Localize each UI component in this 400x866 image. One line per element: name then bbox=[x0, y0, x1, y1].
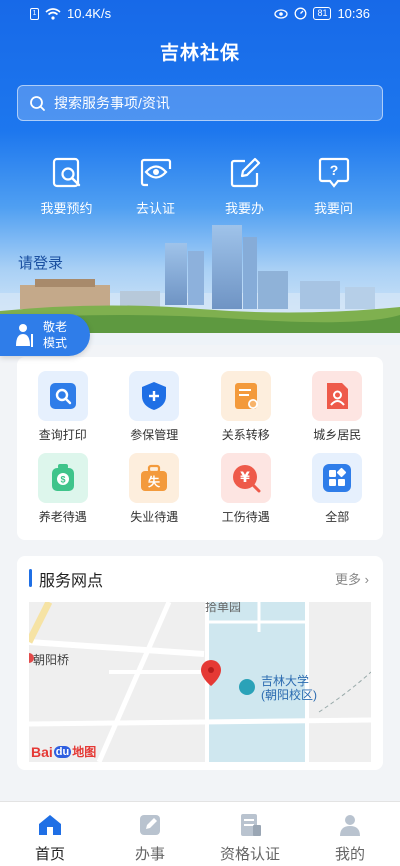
svg-text:¥: ¥ bbox=[240, 470, 250, 486]
svg-text:?: ? bbox=[329, 162, 338, 178]
baidu-map-logo: Bai du 地图 bbox=[31, 743, 96, 760]
nav-tasks[interactable]: 办事 bbox=[100, 802, 200, 866]
service-label: 全部 bbox=[325, 510, 350, 524]
status-bar: 1 10.4K/s 81 10:36 bbox=[0, 0, 400, 28]
injury-yen-icon: ¥ bbox=[232, 465, 261, 493]
clock: 10:36 bbox=[337, 6, 370, 21]
nav-home[interactable]: 首页 bbox=[0, 802, 100, 866]
more-label: 更多 bbox=[335, 572, 362, 587]
service-points-map[interactable]: 朝阳桥 拾单园 吉林大学 (朝阳校区) Bai du 地图 bbox=[29, 602, 371, 762]
wifi-icon bbox=[45, 7, 61, 20]
elder-mode-button[interactable]: 敬老 模式 bbox=[0, 314, 90, 356]
service-label: 工伤待遇 bbox=[221, 510, 270, 524]
section-title: 服务网点 bbox=[39, 573, 104, 590]
service-label: 失业待遇 bbox=[130, 510, 179, 524]
question-icon: ? bbox=[318, 157, 349, 188]
search-icon bbox=[30, 95, 45, 111]
login-link[interactable]: 请登录 bbox=[18, 252, 63, 273]
eye-icon bbox=[140, 158, 171, 187]
bottom-navigation: 首页 办事 资格认证 我的 bbox=[0, 801, 400, 866]
search-placeholder: 搜索服务事项/资讯 bbox=[54, 95, 170, 111]
service-unemployment-benefits[interactable]: 失 失业待遇 bbox=[109, 453, 201, 525]
map-label-school-campus: (朝阳校区) bbox=[261, 688, 317, 702]
search-icon bbox=[49, 383, 76, 409]
edit-icon bbox=[140, 815, 160, 835]
more-link[interactable]: 更多 › bbox=[335, 569, 369, 588]
map-label-school: 吉林大学 (朝阳校区) bbox=[261, 674, 317, 702]
service-label: 养老待遇 bbox=[38, 510, 87, 524]
unemployment-briefcase-icon: 失 bbox=[141, 464, 168, 491]
service-relation-transfer[interactable]: 关系转移 bbox=[200, 371, 292, 443]
svg-text:$: $ bbox=[60, 475, 65, 485]
nav-label: 我的 bbox=[334, 846, 365, 863]
app-title: 吉林社保 bbox=[159, 43, 240, 64]
map-label-school-name: 吉林大学 bbox=[261, 674, 310, 688]
service-points-header: 服务网点 更多 › bbox=[17, 556, 383, 600]
services-card: 查询打印 参保管理 关系转移 城乡居民 $ 养老待遇 失 失业待遇 ¥ 工伤待遇… bbox=[17, 357, 383, 540]
search-bar[interactable]: 搜索服务事项/资讯 bbox=[17, 85, 383, 121]
speedometer-icon bbox=[294, 7, 307, 20]
elder-mode-line2: 模式 bbox=[43, 336, 68, 350]
quick-ask[interactable]: ? 我要问 bbox=[299, 155, 369, 217]
baidu-logo-paw: du bbox=[53, 745, 72, 758]
elder-mode-line1: 敬老 bbox=[43, 320, 68, 334]
nav-certification[interactable]: 资格认证 bbox=[200, 802, 300, 866]
service-label: 查询打印 bbox=[38, 428, 87, 442]
sim-icon: 1 bbox=[30, 7, 39, 20]
map-label-bridge: 朝阳桥 bbox=[33, 653, 70, 667]
battery-level: 81 bbox=[313, 7, 332, 20]
nav-label: 首页 bbox=[34, 846, 65, 863]
baidu-logo-text: Bai bbox=[31, 743, 53, 760]
service-injury-benefits[interactable]: ¥ 工伤待遇 bbox=[200, 453, 292, 525]
map-label-top: 拾单园 bbox=[205, 602, 242, 614]
hero-header: 1 10.4K/s 81 10:36 吉林社保 搜索服务事项/资讯 我要预约 去… bbox=[0, 0, 400, 345]
quick-certify[interactable]: 去认证 bbox=[121, 155, 191, 217]
nav-label: 资格认证 bbox=[219, 846, 280, 863]
nav-profile[interactable]: 我的 bbox=[300, 802, 400, 866]
edit-icon bbox=[230, 157, 260, 188]
shield-plus-icon bbox=[142, 382, 167, 410]
service-query-print[interactable]: 查询打印 bbox=[17, 371, 109, 443]
certification-icon bbox=[241, 814, 261, 836]
service-urban-rural-residents[interactable]: 城乡居民 bbox=[292, 371, 384, 443]
map-roads bbox=[29, 602, 371, 762]
service-points-card: 服务网点 更多 › 朝阳桥 拾单园 吉林大学 (朝阳校区) Bai du 地图 bbox=[17, 556, 383, 770]
user-icon bbox=[340, 815, 360, 836]
home-icon bbox=[39, 815, 61, 835]
section-accent-bar bbox=[29, 569, 32, 587]
eye-comfort-icon bbox=[274, 8, 289, 19]
document-transfer-icon bbox=[234, 383, 258, 409]
network-speed: 10.4K/s bbox=[67, 6, 112, 21]
quick-handle[interactable]: 我要办 bbox=[210, 155, 280, 217]
service-pension-benefits[interactable]: $ 养老待遇 bbox=[17, 453, 109, 525]
search-document-icon bbox=[52, 157, 80, 188]
quick-appointment[interactable]: 我要预约 bbox=[32, 155, 102, 217]
baidu-logo-map: 地图 bbox=[72, 745, 97, 759]
pension-bag-icon: $ bbox=[51, 464, 74, 491]
quick-actions: 我要预约 去认证 我要办 ? 我要问 bbox=[0, 155, 400, 217]
resident-document-icon bbox=[327, 383, 349, 409]
svg-text:失: 失 bbox=[148, 474, 161, 489]
service-insurance-management[interactable]: 参保管理 bbox=[109, 371, 201, 443]
service-label: 参保管理 bbox=[130, 428, 179, 442]
nav-label: 办事 bbox=[134, 846, 165, 863]
service-label: 关系转移 bbox=[221, 428, 270, 442]
all-grid-icon bbox=[323, 464, 352, 492]
service-label: 城乡居民 bbox=[313, 428, 362, 442]
service-all[interactable]: 全部 bbox=[292, 453, 384, 525]
chevron-right-icon: › bbox=[364, 572, 369, 587]
elderly-person-icon bbox=[16, 324, 33, 347]
